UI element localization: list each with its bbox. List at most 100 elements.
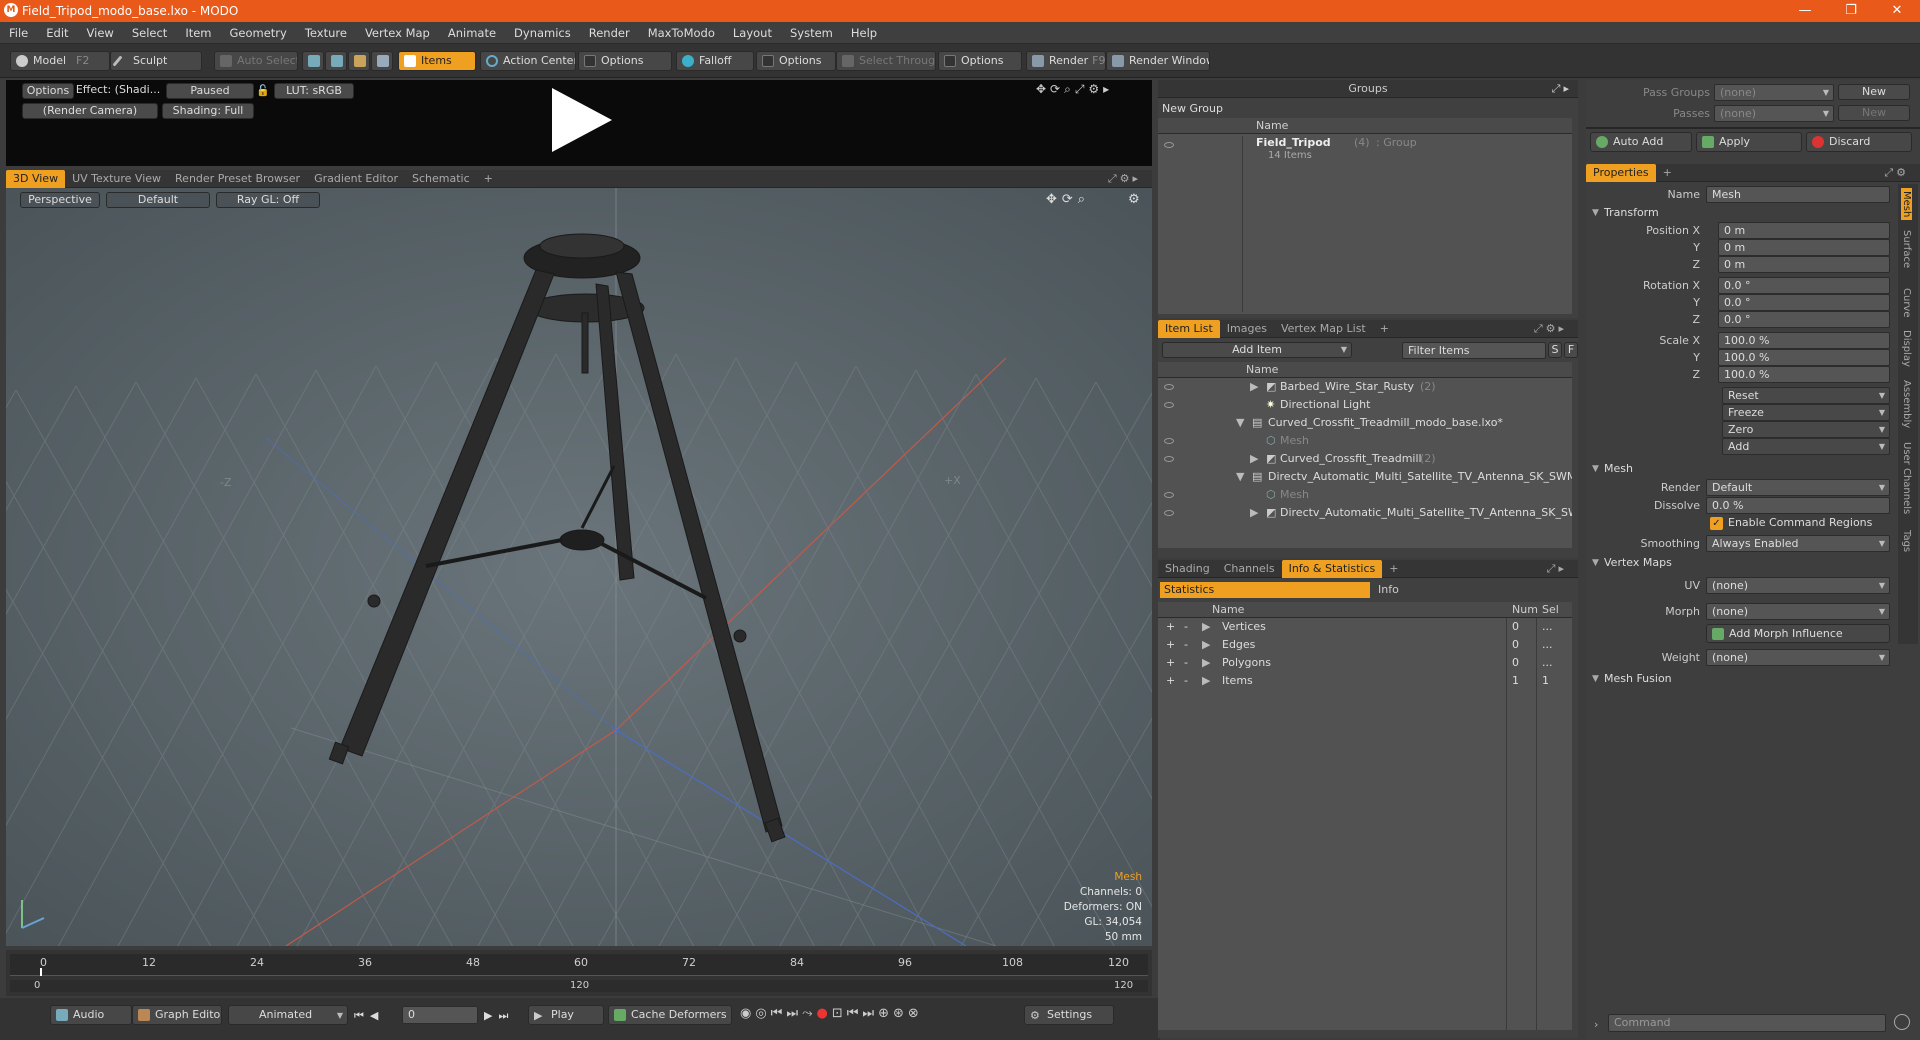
zero-dropdown[interactable]: Zero ▼ [1722,421,1890,438]
plus-icon[interactable]: + [1166,618,1175,636]
preview-view-controls-icon[interactable]: ✥⟳⌕⤢⚙▸ [1036,82,1113,97]
table-row[interactable]: + - ▶ Vertices 0... [1158,618,1572,636]
tab-shading[interactable]: Shading [1158,560,1217,578]
side-tab-surface[interactable]: Surface [1901,230,1912,268]
auto-select-button[interactable]: Auto Select [214,51,298,71]
minus-icon[interactable]: - [1184,636,1188,654]
settings-button[interactable]: ⚙ Settings [1024,1005,1114,1025]
preview-effect-dropdown[interactable]: Effect: (Shadi... [74,83,162,99]
expand-arrow-icon[interactable]: ▶ [1202,618,1210,636]
select-through-options-button[interactable]: Options [938,51,1022,71]
collapse-arrow-icon[interactable]: ▼ [1236,414,1244,432]
graph-editor-button[interactable]: Graph Editor [132,1005,222,1025]
menu-system[interactable]: System [781,22,842,44]
command-input[interactable]: Command [1608,1014,1886,1032]
uv-dropdown[interactable]: (none) ▼ [1706,577,1890,594]
side-tab-display[interactable]: Display [1901,330,1912,367]
edges-mode-button[interactable] [325,51,347,71]
menu-select[interactable]: Select [123,22,176,44]
next-jump-end-icons[interactable]: ▶⏭ [484,1009,514,1023]
play-button[interactable]: ▶ Play [528,1005,604,1025]
minus-icon[interactable]: - [1184,654,1188,672]
menu-layout[interactable]: Layout [724,22,781,44]
side-tab-user-channels[interactable]: User Channels [1901,442,1912,514]
minus-icon[interactable]: - [1184,618,1188,636]
enable-command-regions-checkbox[interactable]: ✓ [1710,517,1723,530]
list-item[interactable]: ▼ ▤ Curved_Crossfit_Treadmill_modo_base.lx… [1158,414,1572,432]
default-style-dropdown[interactable]: Default [106,192,210,208]
dissolve-field[interactable]: 0.0 % [1706,497,1890,514]
plus-icon[interactable]: + [1166,636,1175,654]
apply-button[interactable]: Apply [1696,132,1802,152]
pass-groups-dropdown[interactable]: (none) ▼ [1714,84,1834,101]
properties-panel-controls-icon[interactable]: ⤢⚙ [1877,164,1916,182]
add-tab-button[interactable]: + [1373,320,1396,338]
visibility-eye-icon[interactable] [1164,510,1174,516]
menu-view[interactable]: View [78,22,123,44]
viewport-panel-controls-icon[interactable]: ⤢⚙▸ [1101,170,1148,188]
menu-item[interactable]: Item [176,22,220,44]
falloff-button[interactable]: Falloff [676,51,754,71]
visibility-eye-icon[interactable] [1164,438,1174,444]
current-frame-input[interactable]: 0 [402,1006,478,1024]
table-row[interactable]: + - ▶ Edges 0... [1158,636,1572,654]
3d-viewport[interactable]: Perspective Default Ray GL: Off ✥⟳⌕ ⚙ -Z… [6,188,1152,946]
side-tab-curve[interactable]: Curve [1901,288,1912,318]
model-button[interactable]: Model F2 [10,51,110,71]
rotation-y-field[interactable]: 0.0 ° [1718,294,1890,311]
expand-arrow-icon[interactable]: ▶ [1250,450,1258,468]
collapse-mesh-icon[interactable]: ▼ [1592,464,1599,474]
minimize-button[interactable]: — [1782,0,1828,22]
range-bar[interactable]: 0 120 120 [10,980,1148,992]
tab-schematic[interactable]: Schematic [405,170,477,188]
collapse-vertex-maps-icon[interactable]: ▼ [1592,558,1599,568]
f-filter-button[interactable]: F [1564,342,1578,358]
side-tab-mesh[interactable]: Mesh [1901,188,1912,221]
select-through-button[interactable]: Select Through [836,51,936,71]
timeline[interactable]: 0 12 24 36 48 60 72 84 96 108 120 0 120 … [6,950,1152,996]
maximize-button[interactable]: ❐ [1828,0,1874,22]
collapse-arrow-icon[interactable]: ▼ [1236,468,1244,486]
cache-deformers-button[interactable]: Cache Deformers [608,1005,732,1025]
tab-gradient-editor[interactable]: Gradient Editor [307,170,405,188]
groups-panel-controls-icon[interactable]: ⤢▸ [1552,80,1572,98]
expand-arrow-icon[interactable]: ▶ [1202,672,1210,690]
list-item[interactable]: ▶ ◩ Curved_Crossfit_Treadmill (2) [1158,450,1572,468]
position-y-field[interactable]: 0 m [1718,239,1890,256]
side-tab-tags[interactable]: Tags [1901,530,1912,552]
rotation-x-field[interactable]: 0.0 ° [1718,277,1890,294]
rotation-z-field[interactable]: 0.0 ° [1718,311,1890,328]
visibility-eye-icon[interactable] [1164,402,1174,408]
animated-dropdown[interactable]: Animated ▼ [228,1005,348,1025]
command-history-icon[interactable] [1894,1014,1910,1030]
tab-item-list[interactable]: Item List [1158,320,1220,338]
timeline-ruler[interactable]: 0 12 24 36 48 60 72 84 96 108 120 [10,954,1148,976]
list-item[interactable]: ▼ ▤ Directv_Automatic_Multi_Satellite_TV_A… [1158,468,1572,486]
preview-paused-button[interactable]: Paused [166,83,254,99]
vertices-mode-button[interactable] [302,51,324,71]
lut-dropdown[interactable]: LUT: sRGB [274,83,354,99]
current-frame-marker[interactable] [40,968,42,976]
visibility-eye-icon[interactable] [1164,456,1174,462]
expand-arrow-icon[interactable]: ▶ [1202,654,1210,672]
play-preview-icon[interactable] [546,84,616,156]
expand-arrow-icon[interactable]: ▶ [1202,636,1210,654]
group-item-field-tripod[interactable]: Field_Tripod [1256,136,1331,149]
scale-x-field[interactable]: 100.0 % [1718,332,1890,349]
expand-arrow-icon[interactable]: ▶ [1250,504,1258,522]
shading-dropdown[interactable]: Shading: Full [162,103,254,119]
position-z-field[interactable]: 0 m [1718,256,1890,273]
tab-images[interactable]: Images [1220,320,1274,338]
menu-file[interactable]: File [0,22,37,44]
item-list-panel-controls-icon[interactable]: ⤢⚙▸ [1527,320,1574,338]
menu-dynamics[interactable]: Dynamics [505,22,580,44]
list-item[interactable]: ▶ ◩ Barbed_Wire_Star_Rusty (2) [1158,378,1572,396]
minus-icon[interactable]: - [1184,672,1188,690]
table-row[interactable]: + - ▶ Items 1 1 [1158,672,1572,690]
tab-properties[interactable]: Properties [1586,164,1656,182]
audio-button[interactable]: Audio [50,1005,132,1025]
tab-info-statistics[interactable]: Info & Statistics [1281,560,1383,578]
list-item[interactable]: ✷ Directional Light [1158,396,1572,414]
materials-mode-button[interactable] [371,51,393,71]
new-group-button[interactable]: New Group [1162,102,1223,115]
